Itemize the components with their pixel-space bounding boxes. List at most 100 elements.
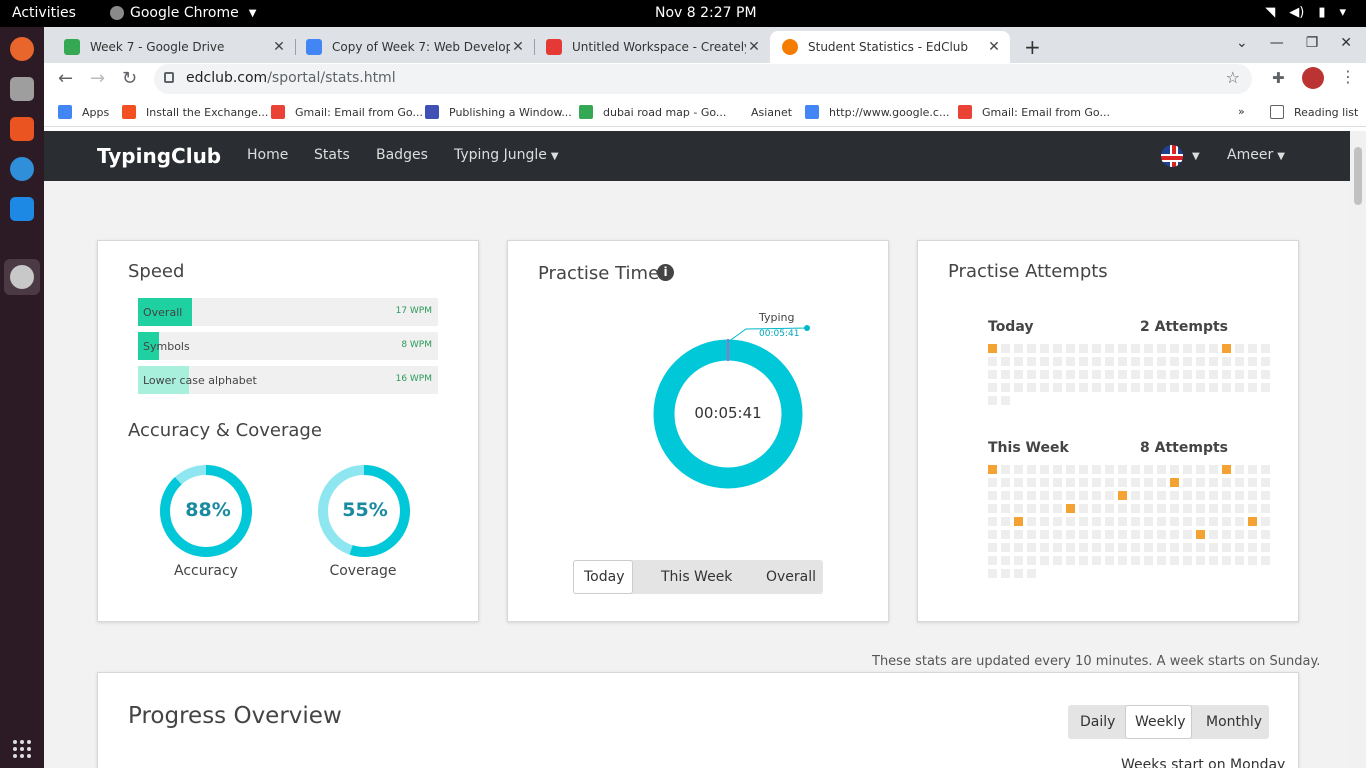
bookmark-google[interactable]: http://www.google.c... (805, 105, 949, 119)
back-icon[interactable]: ← (58, 68, 73, 89)
practice-attempts-title: Practise Attempts (948, 261, 1108, 282)
close-icon[interactable]: ✕ (746, 39, 762, 55)
language-caret-icon[interactable]: ▼ (1188, 147, 1200, 163)
attempt-cell (1014, 517, 1023, 526)
close-icon[interactable]: ✕ (986, 39, 1002, 55)
extensions-icon[interactable]: ✚ (1272, 69, 1285, 87)
attempt-cell (1248, 370, 1257, 379)
accuracy-title: Accuracy & Coverage (128, 420, 322, 441)
attempt-cell (1092, 344, 1101, 353)
show-apps-icon[interactable] (13, 740, 31, 758)
attempt-cell (1105, 344, 1114, 353)
bookmark-gmail-2[interactable]: Gmail: Email from Go... (958, 105, 1110, 119)
attempt-cell (1014, 344, 1023, 353)
forward-icon[interactable]: → (90, 68, 105, 89)
nav-home[interactable]: Home (247, 147, 288, 163)
bookmark-exchange[interactable]: Install the Exchange... (122, 105, 268, 119)
chrome-icon[interactable] (10, 265, 34, 289)
bookmark-dubai-map[interactable]: dubai road map - Go... (579, 105, 726, 119)
attempt-cell (1027, 357, 1036, 366)
chevron-down-icon: ▼ (550, 151, 559, 162)
close-icon[interactable]: ✕ (271, 39, 287, 55)
bookmark-asianet[interactable]: Asianet (727, 105, 792, 119)
new-tab-button[interactable]: + (1024, 35, 1041, 59)
activities-button[interactable]: Activities (12, 5, 76, 21)
attempt-cell (1248, 504, 1257, 513)
help-icon[interactable] (10, 157, 34, 181)
page-scrollbar[interactable] (1350, 131, 1366, 768)
scrollbar-thumb[interactable] (1354, 147, 1362, 205)
attempt-cell (1066, 465, 1075, 474)
close-icon[interactable]: ✕ (510, 39, 526, 55)
attempt-cell (1053, 504, 1062, 513)
attempt-cell (1170, 530, 1179, 539)
tab-monthly[interactable]: Monthly (1206, 714, 1262, 730)
app-menu[interactable]: Google Chrome ▼ (110, 5, 256, 21)
maximize-icon[interactable]: ❐ (1306, 35, 1319, 51)
profile-avatar[interactable] (1302, 67, 1324, 89)
attempt-cell (1053, 530, 1062, 539)
tab-creately[interactable]: Untitled Workspace - Creately ✕ (534, 31, 770, 63)
bookmark-publishing[interactable]: Publishing a Window... (425, 105, 572, 119)
tab-search-icon[interactable]: ⌄ (1236, 35, 1248, 51)
attempt-cell (1157, 478, 1166, 487)
attempt-cell (988, 357, 997, 366)
nav-badges[interactable]: Badges (376, 147, 428, 163)
close-window-icon[interactable]: ✕ (1340, 35, 1352, 51)
url-text[interactable]: edclub.com/sportal/stats.html (186, 70, 396, 86)
tab-weekly[interactable]: Weekly (1135, 714, 1186, 730)
attempt-cell (1131, 517, 1140, 526)
nav-stats[interactable]: Stats (314, 147, 350, 163)
bookmark-apps[interactable]: Apps (58, 105, 109, 119)
uk-flag-icon[interactable] (1161, 145, 1183, 167)
more-bookmarks-icon[interactable]: » (1238, 105, 1245, 118)
tab-daily[interactable]: Daily (1080, 714, 1115, 730)
attempt-cell (1248, 465, 1257, 474)
google-maps-icon (579, 105, 593, 119)
firefox-icon[interactable] (10, 37, 34, 61)
tab-student-statistics[interactable]: Student Statistics - EdClub ✕ (770, 31, 1010, 63)
bookmark-star-icon[interactable]: ☆ (1226, 68, 1240, 87)
speed-bar-wpm: 8 WPM (401, 340, 432, 350)
attempt-cell (1027, 530, 1036, 539)
reading-list[interactable]: Reading list (1270, 105, 1358, 119)
tab-google-drive[interactable]: Week 7 - Google Drive ✕ (52, 31, 296, 63)
brand-logo[interactable]: TypingClub (97, 144, 221, 168)
attempt-cell (1196, 478, 1205, 487)
attempt-cell (1066, 556, 1075, 565)
tab-this-week[interactable]: This Week (661, 569, 732, 585)
system-tray[interactable]: ◥ ◀) ▮ ▾ (1265, 5, 1346, 20)
nav-typing-jungle[interactable]: Typing Jungle ▼ (454, 147, 559, 163)
tab-google-docs[interactable]: Copy of Week 7: Web Development ✕ (294, 31, 535, 63)
clock[interactable]: Nov 8 2:27 PM (655, 5, 757, 21)
bookmark-gmail[interactable]: Gmail: Email from Go... (271, 105, 423, 119)
attempt-cell (1053, 478, 1062, 487)
attempt-cell (988, 396, 997, 405)
vscode-icon[interactable] (10, 197, 34, 221)
minimize-icon[interactable]: — (1270, 35, 1284, 51)
files-icon[interactable] (10, 77, 34, 101)
tab-overall[interactable]: Overall (766, 569, 816, 585)
tab-today[interactable]: Today (584, 569, 625, 585)
reload-icon[interactable]: ↻ (122, 68, 137, 89)
software-center-icon[interactable] (10, 117, 34, 141)
attempt-cell (1157, 504, 1166, 513)
info-icon[interactable]: i (657, 264, 674, 281)
attempt-cell (1183, 465, 1192, 474)
week-start-note: Weeks start on Monday (1121, 757, 1286, 768)
user-menu[interactable]: Ameer ▼ (1227, 147, 1285, 163)
gmail-icon (271, 105, 285, 119)
address-bar[interactable]: edclub.com/sportal/stats.html ☆ (154, 64, 1252, 94)
lock-icon[interactable] (164, 72, 174, 83)
attempt-cell (1209, 478, 1218, 487)
attempt-cell (1196, 530, 1205, 539)
attempt-cell (1105, 530, 1114, 539)
attempt-cell (1131, 383, 1140, 392)
attempt-cell (1131, 504, 1140, 513)
attempt-cell (1118, 517, 1127, 526)
menu-icon[interactable]: ⋮ (1340, 67, 1356, 86)
attempt-cell (1040, 344, 1049, 353)
attempt-cell (1066, 504, 1075, 513)
attempt-cell (988, 465, 997, 474)
attempt-cell (1157, 543, 1166, 552)
